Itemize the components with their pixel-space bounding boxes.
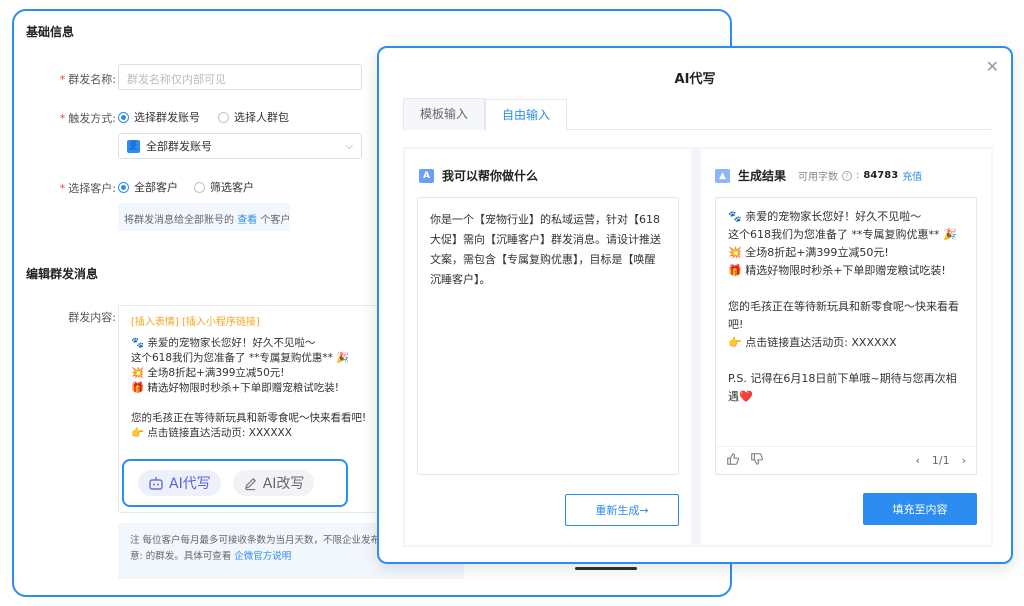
edit-message-title: 编辑群发消息 [26, 267, 99, 281]
recharge-link[interactable]: 充值 [902, 168, 922, 183]
radio-filter-customers[interactable]: 筛选客户 [194, 179, 254, 195]
close-icon[interactable]: ✕ [986, 57, 999, 76]
chevron-right-icon[interactable]: › [962, 454, 966, 467]
radio-label: 筛选客户 [210, 181, 254, 194]
modal-title: AI代写 [674, 72, 716, 87]
result-pane: ▲ 生成结果 可用字数 ? : 84783 充值 🐾 亲爱的宠物家长您好！好久不… [701, 149, 991, 545]
radio-checked-icon [118, 181, 129, 193]
view-link[interactable]: 查看 [237, 215, 257, 226]
radio-checked-icon [118, 111, 129, 123]
scroll-indicator [575, 567, 637, 570]
help-icon[interactable]: ? [842, 170, 853, 181]
ai-rewrite-label: AI改写 [262, 476, 305, 492]
ai-write-modal: AI代写 ✕ 模板输入 自由输入 A 我可以帮你做什么 你是一个【宠物行业】的私… [377, 46, 1013, 564]
thumbs-down-icon[interactable] [750, 452, 764, 469]
result-pager: ‹ 1/1 › [915, 454, 966, 467]
name-label: * 群发名称: [59, 73, 116, 86]
radio-label: 全部客户 [134, 181, 178, 194]
available-chars-count: 84783 [863, 170, 899, 181]
input-pane-title: 我可以帮你做什么 [442, 169, 539, 183]
insert-links[interactable]: [插入表情] [插入小程序链接] [131, 313, 260, 328]
available-chars: 可用字数 ? : 84783 充值 [798, 168, 923, 183]
user-icon: 👤 [127, 139, 140, 153]
chevron-down-icon: ⌵ [345, 140, 353, 152]
radio-unchecked-icon [194, 181, 205, 193]
radio-label: 选择群发账号 [134, 111, 200, 124]
input-pane-header: A 我可以帮你做什么 [419, 167, 538, 184]
robot-icon [149, 477, 163, 490]
result-footer: ‹ 1/1 › [716, 446, 976, 474]
image-icon: ▲ [715, 168, 730, 183]
account-select-value: 全部群发账号 [146, 140, 212, 153]
text-ai-icon: A [419, 168, 434, 183]
tab-free-input[interactable]: 自由输入 [485, 99, 568, 131]
thumbs-up-icon[interactable] [726, 452, 740, 469]
modal-tabs: 模板输入 自由输入 [403, 98, 991, 131]
prompt-textarea[interactable]: 你是一个【宠物行业】的私域运营，针对【618大促】需向【沉睡客户】群发消息。请设… [417, 197, 679, 475]
result-pane-header: ▲ 生成结果 可用字数 ? : 84783 充值 [715, 167, 922, 184]
group-name-input[interactable]: 群发名称仅内部可见 [118, 64, 362, 90]
ai-rewrite-button[interactable]: AI改写 [232, 470, 315, 496]
result-pane-title: 生成结果 [738, 169, 787, 183]
result-text: 🐾 亲爱的宠物家长您好！好久不见啦～ 这个618我们为您准备了 **专属复购优惠… [728, 210, 959, 403]
radio-label: 选择人群包 [234, 111, 289, 124]
trigger-label: * 触发方式: [59, 112, 116, 125]
chevron-left-icon[interactable]: ‹ [915, 454, 919, 467]
ai-write-label: AI代写 [169, 476, 211, 492]
tab-template-input[interactable]: 模板输入 [403, 98, 486, 130]
customer-label: * 选择客户: [59, 182, 116, 195]
fill-content-button[interactable]: 填充至内容 [863, 493, 977, 525]
input-pane: A 我可以帮你做什么 你是一个【宠物行业】的私域运营，针对【618大促】需向【沉… [405, 149, 691, 545]
regenerate-button[interactable]: 重新生成→ [565, 494, 679, 526]
pencil-icon [244, 477, 256, 490]
pager-text: 1/1 [931, 454, 950, 467]
radio-select-crowd[interactable]: 选择人群包 [218, 109, 289, 125]
customer-hint: 将群发消息给全部账号的 查看 个客户 [118, 203, 290, 231]
content-label: 群发内容: [68, 311, 116, 324]
basic-info-title: 基础信息 [26, 25, 75, 39]
result-textarea[interactable]: 🐾 亲爱的宠物家长您好！好久不见啦～ 这个618我们为您准备了 **专属复购优惠… [715, 197, 977, 475]
ai-buttons-highlight: AI代写 AI改写 [122, 459, 348, 507]
official-doc-link[interactable]: 企微官方说明 [234, 551, 291, 562]
message-text: 🐾 亲爱的宠物家长您好！好久不见啦～ 这个618我们为您准备了 **专属复购优惠… [131, 337, 367, 439]
radio-all-customers[interactable]: 全部客户 [118, 179, 178, 195]
ai-write-button[interactable]: AI代写 [138, 470, 221, 496]
radio-unchecked-icon [218, 111, 229, 123]
radio-select-account[interactable]: 选择群发账号 [118, 109, 200, 125]
account-select[interactable]: 👤 全部群发账号 ⌵ [118, 133, 362, 159]
